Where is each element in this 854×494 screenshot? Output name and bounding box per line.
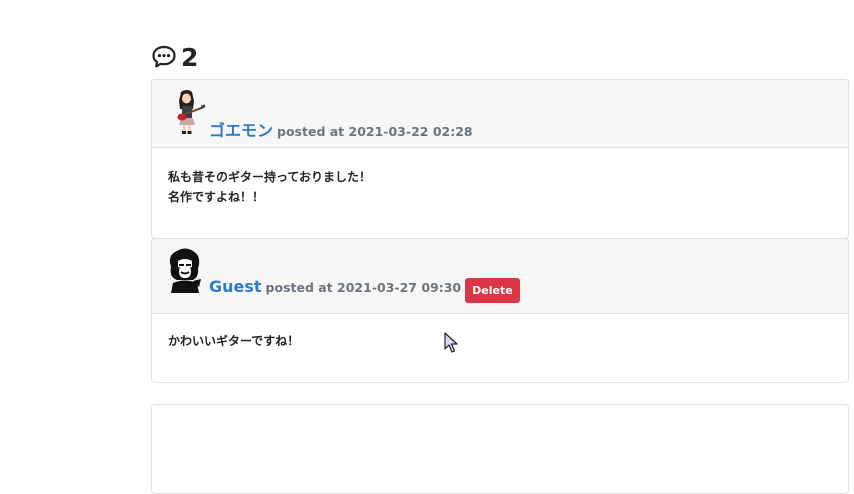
comment-meta: Guest posted at 2021-03-27 09:30 Delete [209,277,520,303]
comment-header: ゴエモン posted at 2021-03-22 02:28 [152,80,848,148]
guitarist-avatar-image[interactable] [172,89,206,135]
user-name-link[interactable]: Guest [209,277,262,296]
user-name-link[interactable]: ゴエモン [209,117,273,141]
comment-dots-icon [152,45,176,68]
comment-meta: ゴエモン posted at 2021-03-22 02:28 [209,117,473,141]
comment-text: かわいいギターですね！ [168,334,300,348]
delete-button[interactable]: Delete [465,278,520,303]
comment-form-card [151,404,849,494]
comment-card: Guest posted at 2021-03-27 09:30 Delete … [151,238,849,383]
posted-at: posted at 2021-03-22 02:28 [277,124,473,139]
comment-card: ゴエモン posted at 2021-03-22 02:28 私も昔そのギター… [151,79,849,239]
comment-count-header: 2 [151,40,198,74]
posted-at: posted at 2021-03-27 09:30 [265,280,462,295]
comment-text: 私も昔そのギター持っておりました！ 名作ですよね！！ [168,170,372,204]
comment-header: Guest posted at 2021-03-27 09:30 Delete [152,239,848,314]
mouse-cursor-icon [444,332,458,353]
comment-count: 2 [181,42,198,72]
portrait-avatar-image[interactable] [165,247,205,293]
